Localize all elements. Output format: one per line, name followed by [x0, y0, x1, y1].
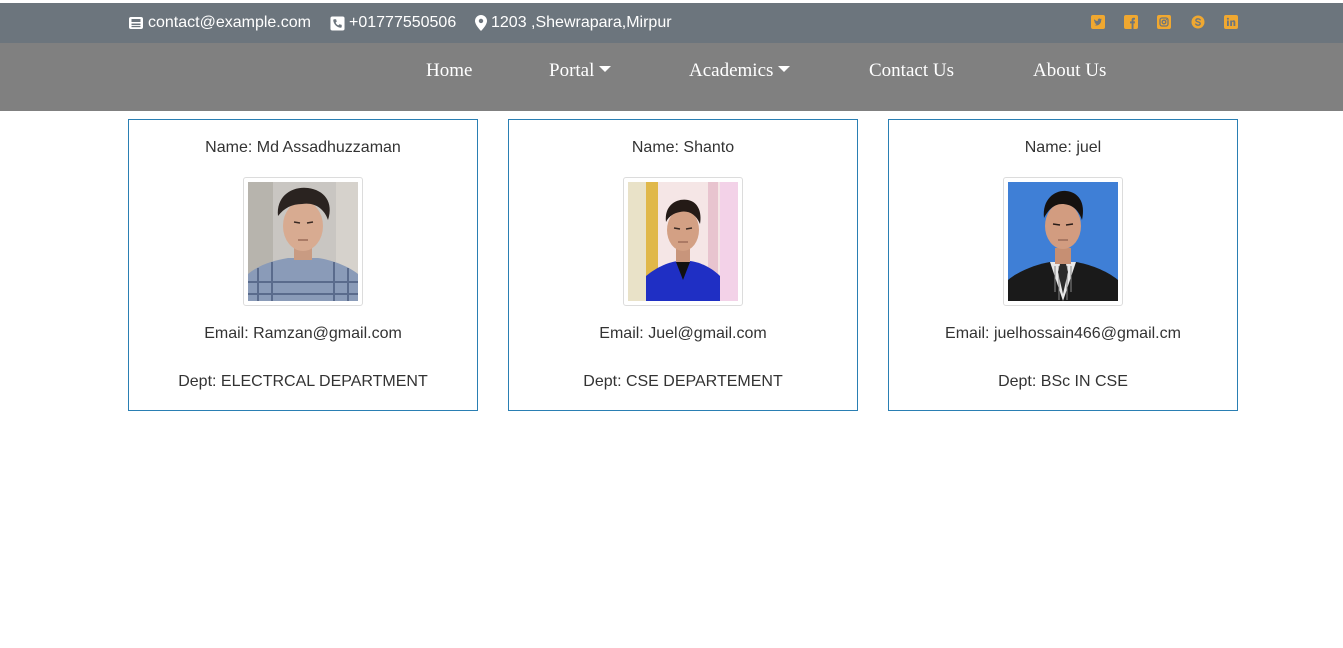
- student-email: Email: juelhossain466@gmail.cm: [945, 325, 1181, 342]
- nav-academics-label: Academics: [689, 60, 774, 81]
- nav-about-label: About Us: [1033, 60, 1107, 81]
- student-dept: Dept: CSE DEPARTEMENT: [583, 373, 783, 390]
- map-marker-icon: [475, 15, 487, 31]
- contact-phone[interactable]: +01777550506: [330, 3, 456, 43]
- student-card: Name: juel Email: juelhossain466@gmail.c…: [888, 119, 1238, 411]
- twitter-icon[interactable]: [1091, 15, 1105, 29]
- student-photo: [1003, 177, 1123, 306]
- student-card: Name: Md Assadhuzzaman Email: Ramzan@gma…: [128, 119, 478, 411]
- instagram-icon[interactable]: [1157, 15, 1171, 29]
- student-card: Name: Shanto Email: Juel@gmail.com Dept:…: [508, 119, 858, 411]
- nav-contact-us[interactable]: Contact Us: [869, 43, 954, 99]
- student-name: Name: Md Assadhuzzaman: [205, 139, 401, 156]
- envelope-icon: [128, 15, 144, 31]
- nav-home[interactable]: Home: [426, 43, 472, 99]
- student-photo: [243, 177, 363, 306]
- main-navbar: Home Portal Academics Contact Us About U…: [0, 43, 1343, 111]
- nav-contact-label: Contact Us: [869, 60, 954, 81]
- contact-address: 1203 ,Shewrapara,Mirpur: [475, 3, 672, 43]
- contact-email[interactable]: contact@example.com: [128, 3, 311, 43]
- student-dept: Dept: BSc IN CSE: [998, 373, 1128, 390]
- caret-down-icon: [778, 66, 791, 72]
- nav-portal-dropdown[interactable]: Portal: [549, 43, 612, 99]
- skype-icon[interactable]: [1191, 15, 1205, 29]
- contact-email-text: contact@example.com: [148, 14, 311, 31]
- facebook-icon[interactable]: [1124, 15, 1138, 29]
- student-photo: [623, 177, 743, 306]
- student-email: Email: Ramzan@gmail.com: [204, 325, 402, 342]
- student-dept: Dept: ELECTRCAL DEPARTMENT: [178, 373, 428, 390]
- nav-academics-dropdown[interactable]: Academics: [689, 43, 791, 99]
- contact-phone-text: +01777550506: [349, 14, 457, 31]
- student-name: Name: Shanto: [631, 139, 735, 156]
- nav-about-us[interactable]: About Us: [1033, 43, 1106, 99]
- linkedin-icon[interactable]: [1224, 15, 1238, 29]
- student-name: Name: juel: [1024, 139, 1102, 156]
- phone-icon: [330, 15, 345, 31]
- nav-home-label: Home: [426, 60, 473, 81]
- nav-portal-label: Portal: [549, 60, 595, 81]
- top-contact-bar: contact@example.com +01777550506 1203 ,S…: [0, 3, 1343, 43]
- contact-address-text: 1203 ,Shewrapara,Mirpur: [491, 14, 672, 31]
- caret-down-icon: [599, 66, 612, 72]
- student-email: Email: Juel@gmail.com: [599, 325, 767, 342]
